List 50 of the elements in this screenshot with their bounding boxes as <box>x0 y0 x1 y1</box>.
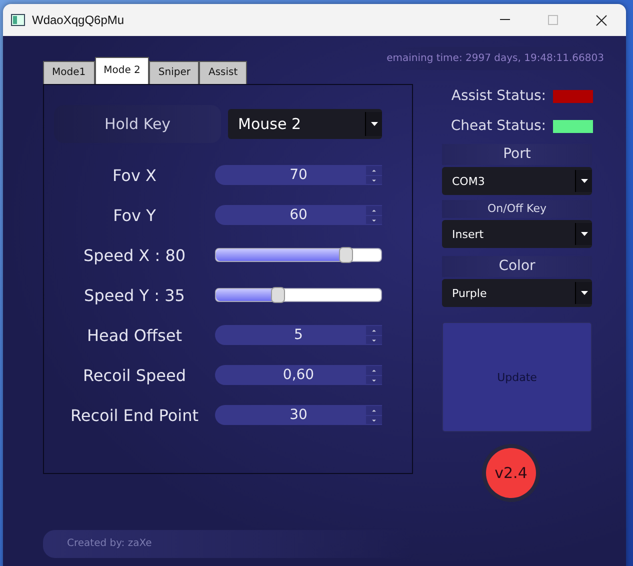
spin-up-icon[interactable] <box>366 206 382 214</box>
tab[interactable]: Mode 2 <box>94 57 150 84</box>
setting-label: Speed Y : 35 <box>83 286 186 304</box>
slider[interactable] <box>215 288 382 302</box>
minimize-icon[interactable] <box>500 19 510 21</box>
spin-down-icon[interactable] <box>366 176 382 184</box>
dropdown[interactable]: Purple <box>442 279 592 307</box>
spin-box[interactable]: 0,60 <box>215 365 382 385</box>
status-label: Cheat Status: <box>450 118 546 134</box>
spin-up-icon[interactable] <box>366 406 382 414</box>
status-label: Assist Status: <box>451 88 546 104</box>
slider-thumb[interactable] <box>338 247 353 263</box>
setting-label: Head Offset <box>86 326 183 344</box>
app-icon <box>11 14 25 26</box>
spin-box[interactable]: 70 <box>215 165 382 185</box>
setting-label: Recoil Speed <box>82 366 187 384</box>
setting-label: Speed X : 80 <box>82 246 187 264</box>
field-label: On/Off Key <box>442 200 592 218</box>
dropdown[interactable]: COM3 <box>442 167 592 195</box>
close-icon[interactable] <box>596 14 607 26</box>
spin-down-icon[interactable] <box>366 336 382 344</box>
spin-down-icon[interactable] <box>366 216 382 224</box>
tab[interactable]: Mode1 <box>43 61 95 84</box>
spin-up-icon[interactable] <box>366 166 382 174</box>
setting-label: Recoil End Point <box>69 406 200 424</box>
spin-box[interactable]: 5 <box>215 325 382 345</box>
field-label: Color <box>442 256 592 277</box>
caret-icon <box>580 179 588 183</box>
spin-box[interactable]: 30 <box>215 405 382 425</box>
spin-up-icon[interactable] <box>366 366 382 374</box>
slider[interactable] <box>215 248 382 262</box>
setting-label: Fov X <box>112 166 158 184</box>
caret-icon <box>580 291 588 295</box>
spin-up-icon[interactable] <box>366 326 382 334</box>
tab[interactable]: Assist <box>199 61 247 84</box>
remaining-time: emaining time: 2997 days, 19:48:11.66803 <box>386 47 604 70</box>
caret-icon <box>370 122 378 126</box>
spin-down-icon[interactable] <box>366 376 382 384</box>
slider-thumb[interactable] <box>271 287 286 303</box>
spin-down-icon[interactable] <box>366 416 382 424</box>
dropdown[interactable]: Insert <box>442 220 592 248</box>
caret-icon <box>580 232 588 236</box>
version-badge: v2.4 <box>486 448 536 498</box>
hold-key-label: Hold Key <box>54 105 221 143</box>
setting-label: Fov Y <box>112 206 157 224</box>
spin-box[interactable]: 60 <box>215 205 382 225</box>
window-title: WdaoXqgQ6pMu <box>32 13 126 27</box>
field-label: Port <box>442 144 592 165</box>
tab[interactable]: Sniper <box>149 61 200 84</box>
dropdown[interactable]: Mouse 2 <box>228 109 382 139</box>
